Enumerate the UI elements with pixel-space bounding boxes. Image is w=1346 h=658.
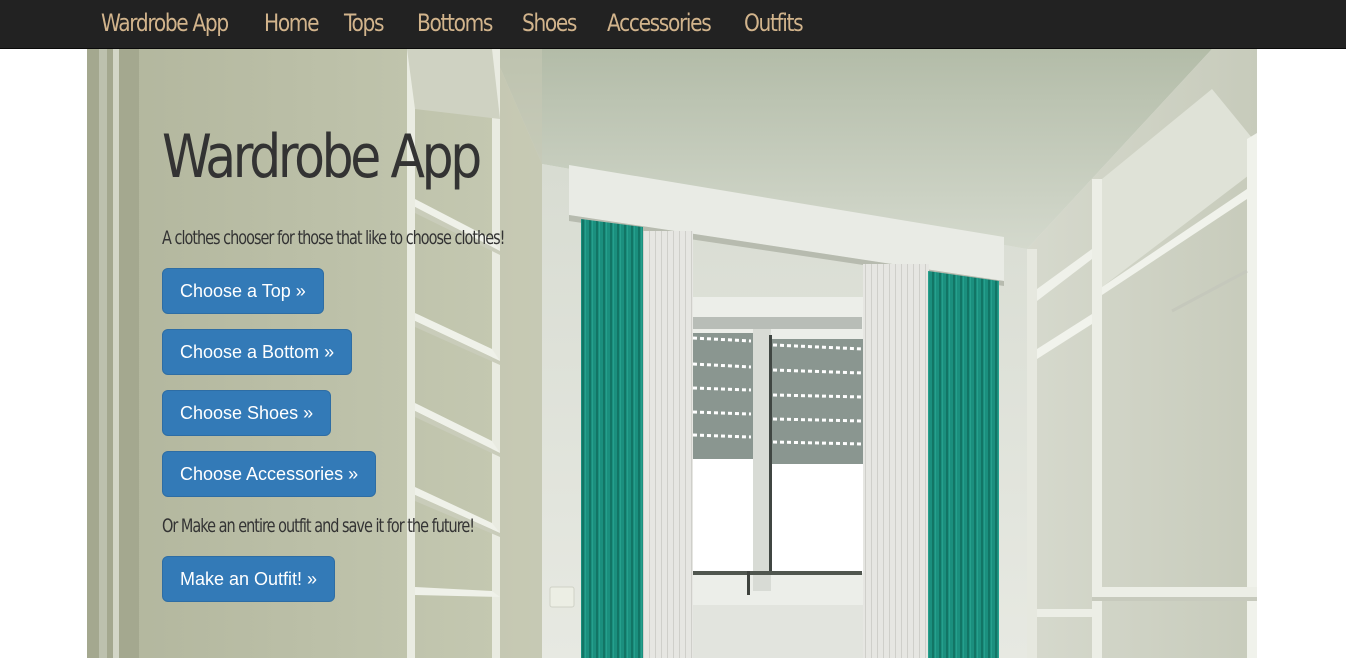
- top-navbar: Wardrobe App Home Tops Bottoms Shoes Acc…: [0, 0, 1346, 49]
- choose-top-button[interactable]: Choose a Top »: [162, 268, 324, 314]
- nav-link-shoes[interactable]: Shoes: [522, 3, 577, 43]
- choose-bottom-button[interactable]: Choose a Bottom »: [162, 329, 353, 375]
- nav-brand[interactable]: Wardrobe App: [101, 3, 229, 43]
- nav-link-accessories[interactable]: Accessories: [607, 3, 712, 43]
- page-title: Wardrobe App: [162, 122, 482, 192]
- choose-accessories-button[interactable]: Choose Accessories »: [162, 451, 377, 497]
- nav-link-outfits[interactable]: Outfits: [744, 3, 804, 43]
- outfit-prompt: Or Make an entire outfit and save it for…: [162, 515, 475, 537]
- nav-link-tops[interactable]: Tops: [344, 3, 384, 43]
- hero-subtitle: A clothes chooser for those that like to…: [162, 227, 505, 249]
- nav-link-bottoms[interactable]: Bottoms: [417, 3, 493, 43]
- hero-jumbotron: Wardrobe App A clothes chooser for those…: [87, 49, 1257, 658]
- nav-link-home[interactable]: Home: [264, 3, 320, 43]
- choose-shoes-button[interactable]: Choose Shoes »: [162, 390, 332, 436]
- make-outfit-button[interactable]: Make an Outfit! »: [162, 556, 336, 602]
